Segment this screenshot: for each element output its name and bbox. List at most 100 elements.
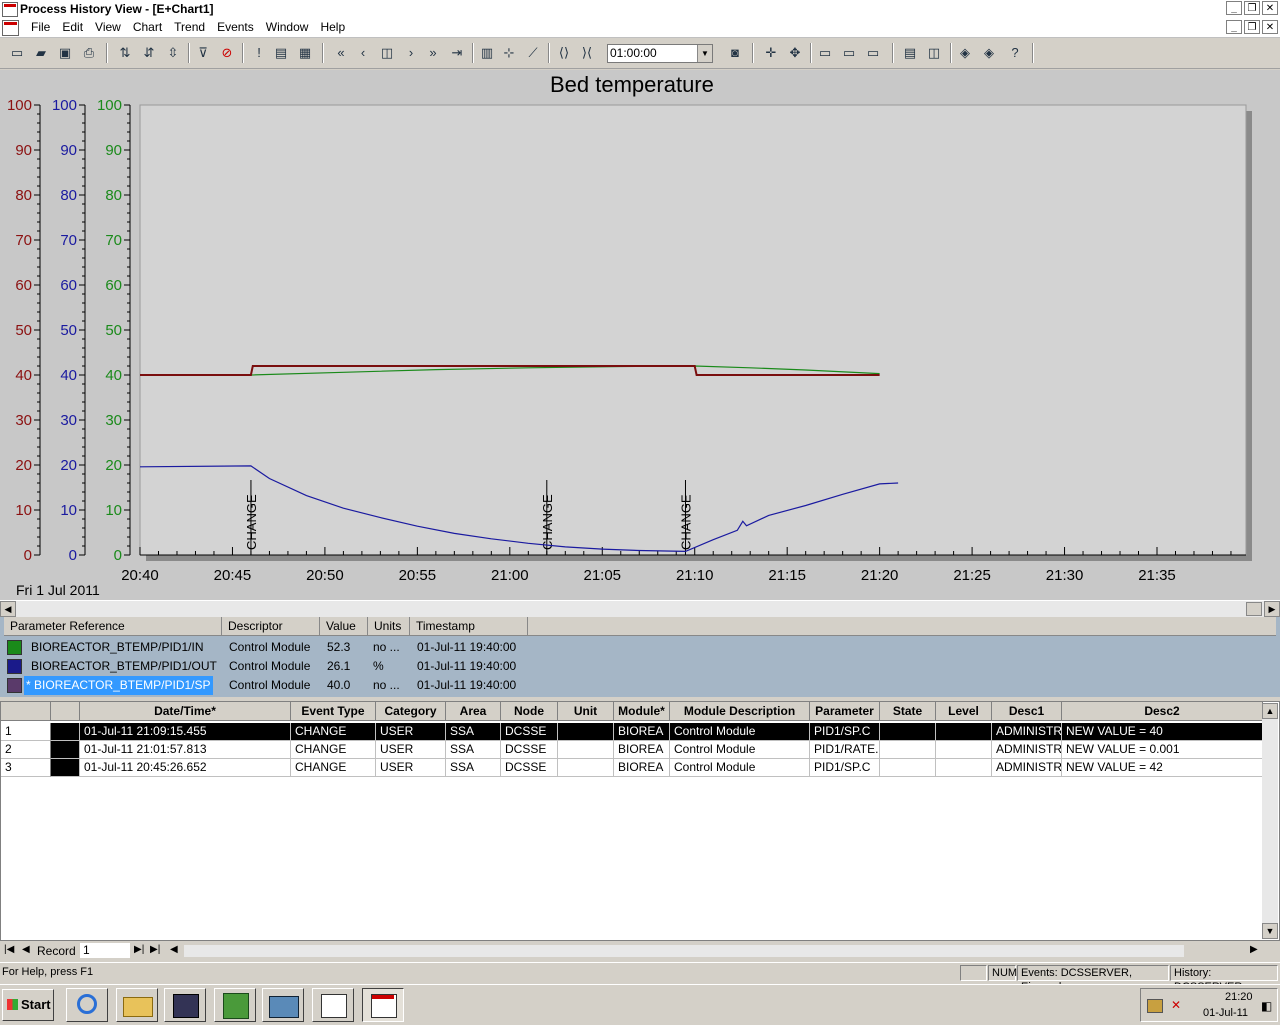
child-restore-button[interactable]: ❐ — [1244, 20, 1260, 34]
print-preview-icon[interactable]: ▤ — [272, 44, 290, 62]
split-v-icon[interactable]: ◫ — [925, 44, 943, 62]
camera-icon[interactable]: ◙ — [726, 44, 744, 62]
header-unit[interactable]: Unit — [558, 702, 614, 721]
ie-icon[interactable] — [66, 988, 108, 1022]
sort-desc-icon[interactable]: ⇵ — [140, 44, 158, 62]
table-row[interactable]: 1 01-Jul-11 21:09:15.455 CHANGE USER SSA… — [1, 723, 1263, 741]
import-icon[interactable]: ◈ — [980, 44, 998, 62]
first-record-icon[interactable]: |◀ — [4, 944, 14, 955]
child-minimize-button[interactable]: _ — [1226, 20, 1242, 34]
deltav-icon[interactable] — [214, 988, 256, 1022]
split-h-icon[interactable]: ▤ — [901, 44, 919, 62]
scroll-thumb[interactable] — [1246, 602, 1262, 616]
header-desc2[interactable]: Desc2 — [1062, 702, 1263, 721]
open-icon[interactable]: ▰ — [32, 44, 50, 62]
scroll-right-icon[interactable]: ▶ — [1264, 601, 1280, 617]
show-desktop-icon[interactable]: ◧ — [1261, 999, 1272, 1013]
header-node[interactable]: Node — [501, 702, 558, 721]
trend-chart[interactable]: 0 10 20 30 40 50 60 70 80 90 100 0 10 20 30 40 50 60 70 80 9… — [0, 70, 1280, 600]
export-icon[interactable]: ◈ — [956, 44, 974, 62]
scroll-left-icon[interactable]: ◀ — [0, 601, 16, 617]
scroll-down-icon[interactable]: ▼ — [1262, 923, 1278, 939]
legend-row-selected[interactable]: * BIOREACTOR_BTEMP/PID1/SP Control Modul… — [0, 676, 530, 695]
time-span-select[interactable]: 01:00:00 ▼ — [607, 44, 713, 63]
hscroll-right-icon[interactable]: ▶ — [1250, 944, 1258, 955]
legend-header-desc[interactable]: Descriptor — [222, 617, 320, 636]
record-input[interactable]: 1 — [80, 943, 130, 958]
explorer-app-icon[interactable] — [164, 988, 206, 1022]
process-history-task[interactable] — [362, 988, 404, 1022]
menu-window[interactable]: Window — [260, 20, 315, 34]
last-record-icon[interactable]: ▶| — [150, 944, 160, 955]
menu-events[interactable]: Events — [211, 20, 260, 34]
events-vscrollbar[interactable]: ▲ ▼ — [1262, 703, 1278, 939]
clear-filter-icon[interactable]: ⊘ — [218, 44, 236, 62]
folder-icon[interactable] — [116, 988, 158, 1022]
volume-muted-icon[interactable]: ✕ — [1171, 998, 1181, 1012]
legend-row[interactable]: BIOREACTOR_BTEMP/PID1/IN Control Module … — [0, 638, 530, 657]
menu-edit[interactable]: Edit — [56, 20, 89, 34]
diagnostics-icon[interactable] — [262, 988, 304, 1022]
restore-button[interactable]: ❐ — [1244, 1, 1260, 15]
header-module[interactable]: Module* — [614, 702, 670, 721]
header-area[interactable]: Area — [446, 702, 501, 721]
filter-icon[interactable]: ⊽ — [194, 44, 212, 62]
minimize-button[interactable]: _ — [1226, 1, 1242, 15]
prev-record-icon[interactable]: ◀ — [22, 944, 30, 955]
sort-asc-icon[interactable]: ⇅ — [116, 44, 134, 62]
alert-icon[interactable]: ! — [250, 44, 268, 62]
header-category[interactable]: Category — [376, 702, 446, 721]
help-icon[interactable]: ? — [1006, 44, 1024, 62]
legend-header-ref[interactable]: Parameter Reference — [4, 617, 222, 636]
menu-chart[interactable]: Chart — [127, 20, 168, 34]
app-icon[interactable] — [2, 2, 18, 17]
table-row[interactable]: 2 01-Jul-11 21:01:57.813 CHANGE USER SSA… — [1, 741, 1263, 759]
scroll-up-icon[interactable]: ▲ — [1262, 703, 1278, 719]
chart-icon[interactable]: ▥ — [478, 44, 496, 62]
trend-edit-icon[interactable]: ⟋ — [524, 44, 542, 62]
print-icon[interactable]: ⎙ — [80, 44, 98, 62]
table-icon[interactable]: ▦ — [296, 44, 314, 62]
prev-icon[interactable]: ‹ — [354, 44, 372, 62]
legend-header-units[interactable]: Units — [368, 617, 410, 636]
plot-icon[interactable]: ▭ — [864, 44, 882, 62]
header-datetime[interactable]: Date/Time* — [80, 702, 291, 721]
network-icon[interactable] — [1147, 999, 1163, 1013]
child-close-button[interactable]: ✕ — [1262, 20, 1278, 34]
stacked-icon[interactable]: ▭ — [840, 44, 858, 62]
chart-canvas[interactable]: 0102030405060708090100010203040506070809… — [0, 70, 1280, 600]
hscroll-left-icon[interactable]: ◀ — [170, 944, 178, 955]
next-record-icon[interactable]: ▶| — [134, 944, 144, 955]
chart-scrollbar[interactable]: ◀ ▶ — [0, 600, 1280, 617]
header-state[interactable]: State — [880, 702, 936, 721]
chevron-down-icon[interactable]: ▼ — [697, 45, 712, 62]
legend-row[interactable]: BIOREACTOR_BTEMP/PID1/OUT Control Module… — [0, 657, 530, 676]
header-level[interactable]: Level — [936, 702, 992, 721]
expand-icon[interactable]: ⟨⟩ — [555, 44, 573, 62]
header-module-description[interactable]: Module Description — [670, 702, 810, 721]
close-button[interactable]: ✕ — [1262, 1, 1278, 15]
save-icon[interactable]: ▣ — [56, 44, 74, 62]
start-button[interactable]: Start — [2, 989, 54, 1021]
scale-icon[interactable]: ▭ — [816, 44, 834, 62]
table-row[interactable]: 3 01-Jul-11 20:45:26.652 CHANGE USER SSA… — [1, 759, 1263, 777]
control-studio-icon[interactable] — [312, 988, 354, 1022]
add-trend-icon[interactable]: ⊹ — [500, 44, 518, 62]
menu-trend[interactable]: Trend — [168, 20, 211, 34]
next-icon[interactable]: › — [402, 44, 420, 62]
next-page-icon[interactable]: » — [424, 44, 442, 62]
header-desc1[interactable]: Desc1 — [992, 702, 1062, 721]
sort-icon[interactable]: ⇳ — [164, 44, 182, 62]
cursor-icon[interactable]: ✛ — [762, 44, 780, 62]
events-hscrollbar[interactable] — [184, 945, 1184, 957]
last-icon[interactable]: ⇥ — [448, 44, 466, 62]
new-icon[interactable]: ▭ — [8, 44, 26, 62]
header-event-type[interactable]: Event Type — [291, 702, 376, 721]
compress-icon[interactable]: ⟩⟨ — [578, 44, 596, 62]
first-page-icon[interactable]: « — [332, 44, 350, 62]
header-parameter[interactable]: Parameter — [810, 702, 880, 721]
document-icon[interactable] — [2, 20, 19, 36]
legend-header-value[interactable]: Value — [320, 617, 368, 636]
menu-view[interactable]: View — [89, 20, 127, 34]
pan-icon[interactable]: ✥ — [786, 44, 804, 62]
